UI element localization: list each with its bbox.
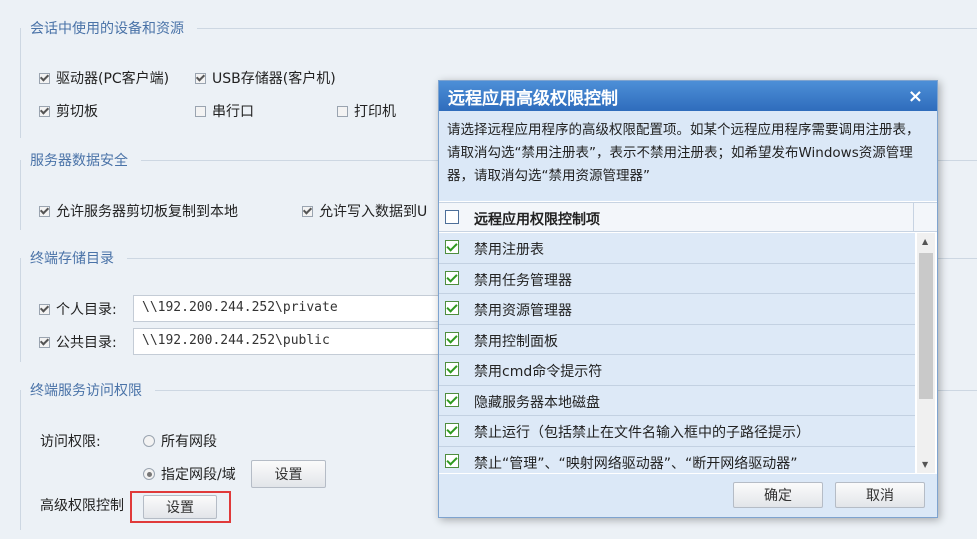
divider [20, 28, 21, 138]
advanced-settings-button[interactable]: 设置 [143, 495, 217, 519]
row-label: 禁用资源管理器 [474, 303, 572, 319]
radio-label: 指定网段/域 [161, 467, 236, 483]
row-checkbox[interactable] [445, 331, 459, 346]
table-row[interactable]: 禁用cmd命令提示符 [439, 355, 915, 386]
row-label: 禁止运行（包括禁止在文件名输入框中的子路径提示） [474, 425, 810, 441]
row-checkbox[interactable] [445, 453, 459, 468]
table-row[interactable]: 禁用控制面板 [439, 324, 915, 355]
checkbox-icon[interactable] [337, 105, 348, 117]
checkbox-label: 打印机 [354, 104, 396, 120]
access-label: 访问权限: [40, 431, 101, 451]
checkbox-clipboard[interactable]: 剪切板 [39, 101, 98, 121]
checkbox-icon[interactable] [39, 303, 50, 315]
divider [20, 258, 21, 362]
table-row[interactable]: 禁止“管理”、“映射网络驱动器”、“断开网络驱动器” [439, 446, 915, 473]
dialog-titlebar: 远程应用高级权限控制 × [439, 81, 937, 111]
close-icon[interactable]: × [908, 86, 923, 107]
row-label: 禁用注册表 [474, 242, 544, 258]
select-all-checkbox[interactable] [445, 210, 459, 224]
dialog-footer: 确定 取消 [439, 474, 937, 517]
radio-specified-segments[interactable]: 指定网段/域 [143, 464, 236, 484]
advanced-label-text: 高级权限控制 [40, 498, 124, 514]
section-title-security: 服务器数据安全 [30, 153, 128, 169]
row-label: 禁用任务管理器 [474, 272, 572, 289]
checkbox-label: 串行口 [212, 104, 254, 120]
table-row[interactable]: 禁用资源管理器 [439, 294, 915, 325]
row-label: 禁用控制面板 [474, 333, 558, 350]
checkbox-label: 剪切板 [56, 104, 98, 120]
row-checkbox[interactable] [445, 270, 459, 285]
table-header-label: 远程应用权限控制项 [474, 212, 600, 228]
scroll-thumb[interactable] [919, 253, 933, 399]
checkbox-serial[interactable]: 串行口 [195, 101, 254, 121]
checkbox-public-dir[interactable]: 公共目录: [39, 332, 117, 352]
divider [197, 28, 977, 29]
row-checkbox[interactable] [445, 423, 459, 437]
row-label: 禁止“管理”、“映射网络驱动器”、“断开网络驱动器” [474, 455, 798, 472]
scroll-up-icon[interactable]: ▲ [922, 237, 928, 246]
advanced-permission-dialog: 远程应用高级权限控制 × 请选择远程应用程序的高级权限配置项。如某个远程应用程序… [438, 80, 938, 518]
row-checkbox[interactable] [445, 240, 459, 254]
section-title-access: 终端服务访问权限 [30, 383, 142, 399]
checkbox-clipboard-copy[interactable]: 允许服务器剪切板复制到本地 [39, 201, 238, 221]
checkbox-icon[interactable] [39, 336, 50, 348]
public-dir-label: 公共目录: [56, 335, 117, 351]
radio-icon[interactable] [143, 435, 155, 447]
dialog-title: 远程应用高级权限控制 [448, 88, 618, 109]
section-title-storage: 终端存储目录 [30, 251, 114, 267]
checkbox-label: 允许服务器剪切板复制到本地 [56, 204, 238, 220]
table-row[interactable]: 禁用任务管理器 [439, 263, 915, 294]
radio-icon[interactable] [143, 468, 155, 480]
checkbox-write-usb[interactable]: 允许写入数据到U [302, 201, 427, 221]
divider [913, 203, 914, 231]
access-label-text: 访问权限: [40, 434, 101, 450]
checkbox-icon[interactable] [39, 205, 50, 217]
checkbox-drive[interactable]: 驱动器(PC客户端) [39, 68, 169, 88]
checkbox-icon[interactable] [39, 105, 50, 117]
checkbox-icon[interactable] [302, 205, 313, 217]
dialog-description: 请选择远程应用程序的高级权限配置项。如某个远程应用程序需要调用注册表，请取消勾选… [439, 111, 937, 201]
radio-all-segments[interactable]: 所有网段 [143, 431, 217, 451]
checkbox-label: 驱动器(PC客户端) [56, 71, 170, 87]
permission-list: 禁用注册表 禁用任务管理器 禁用资源管理器 禁用控制面板 禁用cmd命令提示符 … [439, 233, 915, 473]
checkbox-personal-dir[interactable]: 个人目录: [39, 299, 117, 319]
personal-dir-label: 个人目录: [56, 302, 117, 318]
row-label: 禁用cmd命令提示符 [474, 364, 603, 380]
ok-button[interactable]: 确定 [733, 482, 823, 508]
row-checkbox[interactable] [445, 301, 459, 315]
checkbox-printer[interactable]: 打印机 [337, 101, 396, 121]
checkbox-label: USB存储器(客户机) [212, 71, 336, 87]
row-checkbox[interactable] [445, 362, 459, 376]
row-label: 隐藏服务器本地磁盘 [474, 394, 600, 411]
vertical-scrollbar[interactable]: ▲ ▼ [917, 233, 935, 473]
radio-label: 所有网段 [161, 434, 217, 450]
table-row[interactable]: 隐藏服务器本地磁盘 [439, 385, 915, 416]
cancel-button[interactable]: 取消 [835, 482, 925, 508]
checkbox-usb[interactable]: USB存储器(客户机) [195, 68, 336, 88]
section-title-devices: 会话中使用的设备和资源 [30, 21, 184, 37]
checkbox-icon[interactable] [195, 72, 206, 84]
table-header: 远程应用权限控制项 [439, 202, 937, 232]
advanced-label: 高级权限控制 [40, 495, 124, 515]
divider [20, 160, 21, 230]
table-row[interactable]: 禁止运行（包括禁止在文件名输入框中的子路径提示） [439, 416, 915, 447]
checkbox-icon[interactable] [195, 105, 206, 117]
public-dir-input[interactable]: \\192.200.244.252\public [133, 328, 443, 355]
checkbox-icon[interactable] [39, 72, 50, 84]
table-row[interactable]: 禁用注册表 [439, 233, 915, 264]
divider [20, 390, 21, 530]
row-checkbox[interactable] [445, 392, 459, 407]
segment-settings-button[interactable]: 设置 [251, 460, 326, 488]
scroll-down-icon[interactable]: ▼ [922, 460, 928, 469]
personal-dir-input[interactable]: \\192.200.244.252\private [133, 295, 443, 322]
checkbox-label: 允许写入数据到U [319, 204, 428, 220]
